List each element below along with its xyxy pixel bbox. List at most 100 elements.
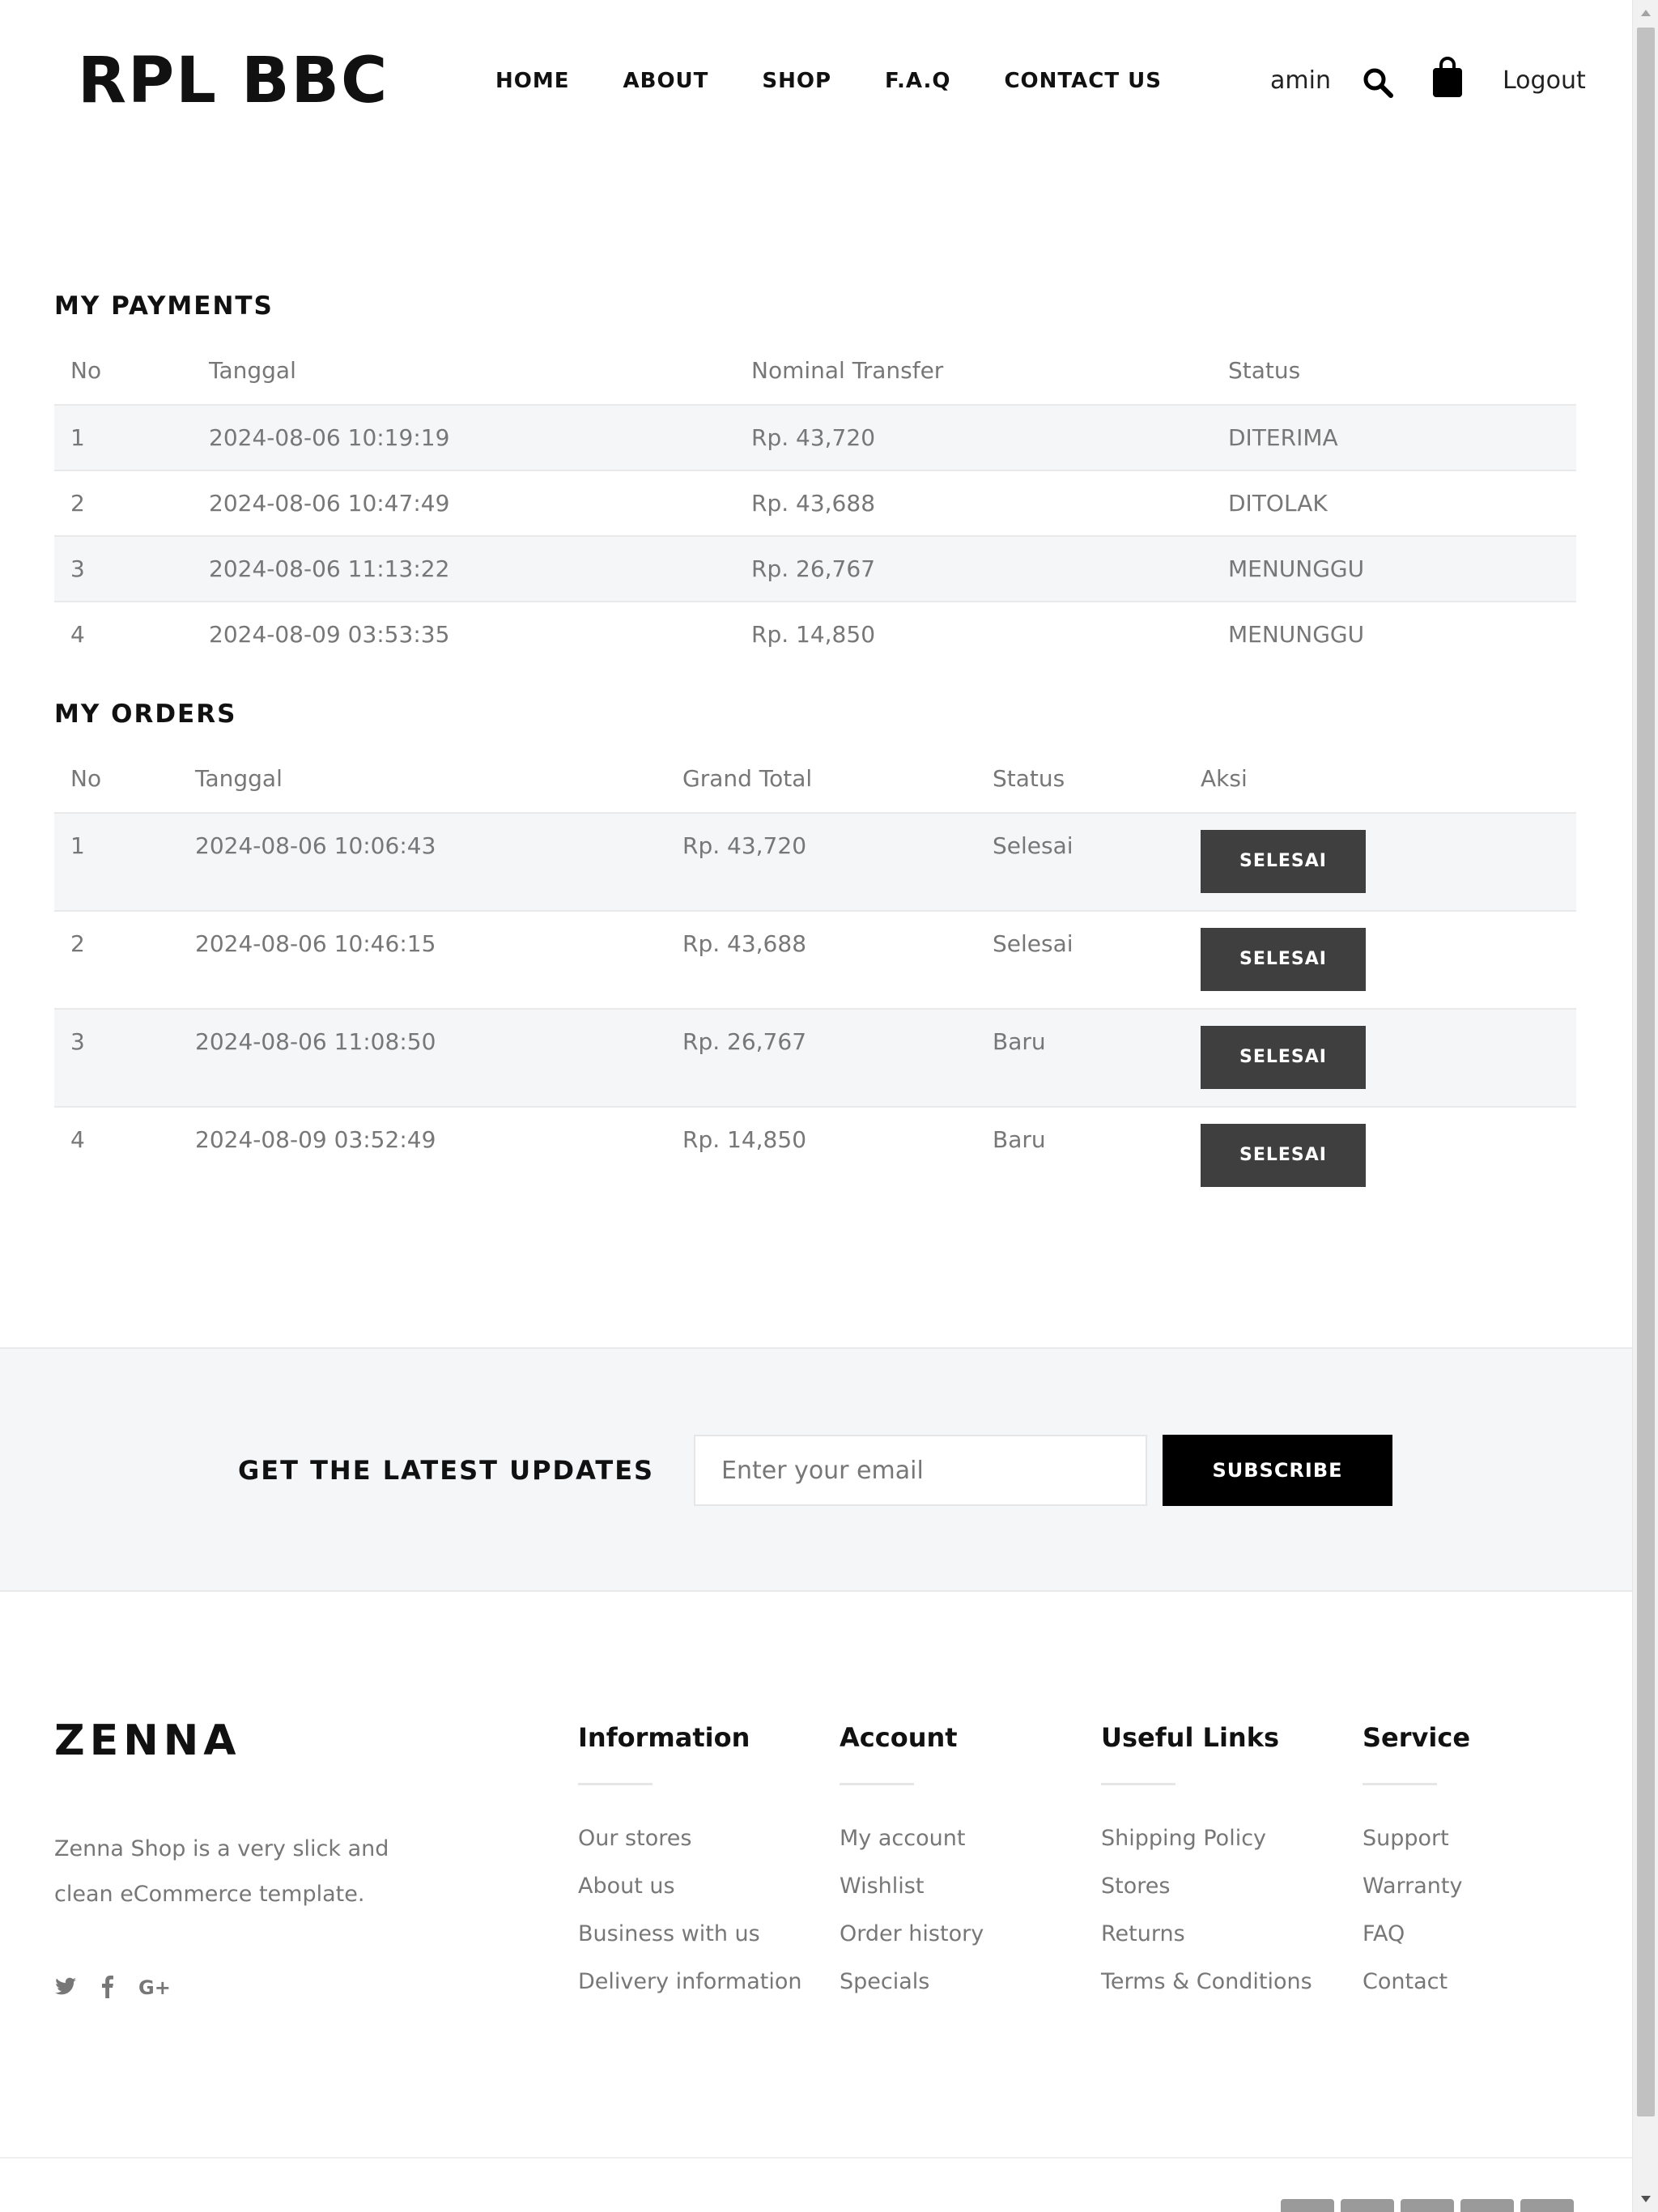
selesai-button[interactable]: SELESAI <box>1201 1124 1366 1187</box>
footer-column-information: Information Our stores About us Business… <box>578 1718 802 2006</box>
table-row: 3 2024-08-06 11:13:22 Rp. 26,767 MENUNGG… <box>54 535 1576 601</box>
order-status: Baru <box>993 1028 1046 1055</box>
payment-date: 2024-08-06 11:13:22 <box>209 555 450 582</box>
payment-amount: Rp. 14,850 <box>751 621 876 648</box>
order-total: Rp. 14,850 <box>682 1126 807 1153</box>
column-header: Grand Total <box>682 765 813 792</box>
footer-column-title: Information <box>578 1722 750 1753</box>
footer-link[interactable]: Contact <box>1363 1958 1470 2006</box>
table-row: 3 2024-08-06 11:08:50 Rp. 26,767 Baru SE… <box>54 1008 1576 1106</box>
nav-faq[interactable]: F.A.Q <box>885 63 950 99</box>
payment-date: 2024-08-06 10:19:19 <box>209 424 450 451</box>
order-no: 3 <box>70 1028 85 1055</box>
footer-brand[interactable]: ZENNA <box>54 1715 241 1767</box>
column-header: No <box>70 765 102 792</box>
google-plus-icon[interactable]: G+ <box>138 1976 171 2004</box>
footer-column-title: Account <box>840 1722 958 1753</box>
footer-divider <box>0 2157 1632 2159</box>
selesai-button[interactable]: SELESAI <box>1201 830 1366 893</box>
order-status: Selesai <box>993 930 1073 957</box>
payment-date: 2024-08-06 10:47:49 <box>209 490 450 517</box>
footer-link[interactable]: Support <box>1363 1814 1470 1862</box>
order-status: Baru <box>993 1126 1046 1153</box>
footer-link[interactable]: Wishlist <box>840 1862 984 1910</box>
column-header: No <box>70 357 102 384</box>
footer-link[interactable]: Order history <box>840 1910 984 1958</box>
newsletter-section: GET THE LATEST UPDATES SUBSCRIBE <box>0 1347 1632 1592</box>
site-logo[interactable]: RPL BBC <box>78 40 389 121</box>
order-no: 1 <box>70 832 85 859</box>
table-row: 2 2024-08-06 10:47:49 Rp. 43,688 DITOLAK <box>54 470 1576 535</box>
order-no: 2 <box>70 930 85 957</box>
payment-no: 2 <box>70 490 85 517</box>
email-field[interactable] <box>694 1435 1147 1506</box>
footer-link[interactable]: Delivery information <box>578 1958 802 2006</box>
footer-column-title: Useful Links <box>1101 1722 1280 1753</box>
footer-link[interactable]: Warranty <box>1363 1862 1470 1910</box>
divider <box>840 1783 914 1785</box>
table-header-row: No Tanggal Grand Total Status Aksi <box>54 747 1576 812</box>
search-icon[interactable] <box>1362 66 1394 99</box>
payment-no: 4 <box>70 621 85 648</box>
subscribe-button[interactable]: SUBSCRIBE <box>1163 1435 1392 1506</box>
table-row: 4 2024-08-09 03:52:49 Rp. 14,850 Baru SE… <box>54 1106 1576 1204</box>
footer-link[interactable]: About us <box>578 1862 802 1910</box>
nav-home[interactable]: HOME <box>495 63 570 99</box>
page-scrollbar[interactable] <box>1632 0 1658 2212</box>
payment-amount: Rp. 26,767 <box>751 555 876 582</box>
column-header: Nominal Transfer <box>751 357 944 384</box>
order-status: Selesai <box>993 832 1073 859</box>
payments-title: MY PAYMENTS <box>54 291 274 321</box>
footer-column-service: Service Support Warranty FAQ Contact <box>1363 1718 1470 2006</box>
order-date: 2024-08-06 11:08:50 <box>195 1028 436 1055</box>
site-header: RPL BBC HOME ABOUT SHOP F.A.Q CONTACT US… <box>0 0 1632 162</box>
table-header-row: No Tanggal Nominal Transfer Status <box>54 338 1576 404</box>
column-header: Status <box>993 765 1065 792</box>
table-row: 1 2024-08-06 10:19:19 Rp. 43,720 DITERIM… <box>54 404 1576 470</box>
nav-about[interactable]: ABOUT <box>623 63 709 99</box>
scroll-up-arrow-icon[interactable] <box>1633 0 1658 26</box>
footer-link[interactable]: Stores <box>1101 1862 1312 1910</box>
card-icon <box>1341 2199 1394 2212</box>
selesai-button[interactable]: SELESAI <box>1201 1026 1366 1089</box>
svg-text:G+: G+ <box>138 1977 169 1997</box>
order-date: 2024-08-09 03:52:49 <box>195 1126 436 1153</box>
column-header: Aksi <box>1201 765 1248 792</box>
footer-link[interactable]: FAQ <box>1363 1910 1470 1958</box>
order-total: Rp. 43,720 <box>682 832 807 859</box>
divider <box>1101 1783 1175 1785</box>
selesai-button[interactable]: SELESAI <box>1201 928 1366 991</box>
payment-no: 1 <box>70 424 85 451</box>
mastercard-icon <box>1401 2199 1454 2212</box>
order-total: Rp. 43,688 <box>682 930 807 957</box>
footer-link[interactable]: Specials <box>840 1958 984 2006</box>
visa-icon <box>1281 2199 1334 2212</box>
table-row: 4 2024-08-09 03:53:35 Rp. 14,850 MENUNGG… <box>54 601 1576 666</box>
payment-no: 3 <box>70 555 85 582</box>
payment-status: DITERIMA <box>1228 424 1338 451</box>
scrollbar-thumb[interactable] <box>1637 28 1655 2116</box>
user-name[interactable]: amin <box>1270 63 1331 99</box>
nav-contact-us[interactable]: CONTACT US <box>1004 63 1162 99</box>
main-nav: HOME ABOUT SHOP F.A.Q CONTACT US <box>495 63 1215 99</box>
column-header: Tanggal <box>209 357 296 384</box>
footer-link[interactable]: Returns <box>1101 1910 1312 1958</box>
footer-column-useful-links: Useful Links Shipping Policy Stores Retu… <box>1101 1718 1312 2006</box>
logout-link[interactable]: Logout <box>1503 63 1586 99</box>
shopping-bag-icon[interactable] <box>1431 57 1464 99</box>
footer-link[interactable]: Our stores <box>578 1814 802 1862</box>
column-header: Tanggal <box>195 765 283 792</box>
footer-link[interactable]: Business with us <box>578 1910 802 1958</box>
footer-link[interactable]: Terms & Conditions <box>1101 1958 1312 2006</box>
payment-status: MENUNGGU <box>1228 555 1365 582</box>
divider <box>1363 1783 1437 1785</box>
twitter-icon[interactable] <box>54 1976 77 2004</box>
footer-link[interactable]: My account <box>840 1814 984 1862</box>
order-total: Rp. 26,767 <box>682 1028 807 1055</box>
payment-methods <box>1281 2199 1574 2212</box>
nav-shop[interactable]: SHOP <box>762 63 831 99</box>
footer-link[interactable]: Shipping Policy <box>1101 1814 1312 1862</box>
scroll-down-arrow-icon[interactable] <box>1633 2186 1658 2212</box>
facebook-icon[interactable] <box>101 1976 114 2004</box>
order-date: 2024-08-06 10:46:15 <box>195 930 436 957</box>
